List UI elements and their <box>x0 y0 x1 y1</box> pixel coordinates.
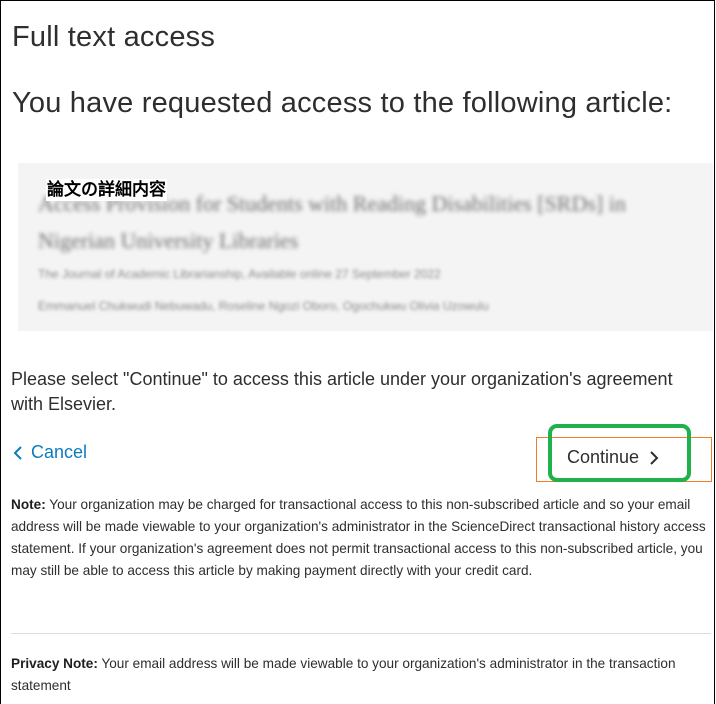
cancel-label: Cancel <box>31 442 88 462</box>
article-authors: Emmanuel Chukwudi Nebuwadu, Roseline Ngo… <box>38 299 489 313</box>
privacy-text: Your email address will be made viewable… <box>11 656 676 693</box>
continue-button[interactable]: Continue <box>567 447 660 468</box>
continue-label: Continue <box>567 447 640 467</box>
access-panel: Full text access You have requested acce… <box>0 0 715 704</box>
privacy-note: Privacy Note: Your email address will be… <box>11 653 711 697</box>
page-subtitle: You have requested access to the followi… <box>12 87 673 119</box>
cancel-link[interactable]: Cancel <box>12 442 87 463</box>
page-title: Full text access <box>12 21 216 53</box>
chevron-right-icon <box>650 450 659 465</box>
privacy-label: Privacy Note: <box>11 656 98 671</box>
chevron-left-icon <box>13 445 22 460</box>
article-journal: The Journal of Academic Librarianship, A… <box>38 267 441 281</box>
note-text: Your organization may be charged for tra… <box>11 497 706 578</box>
divider <box>11 633 711 634</box>
note-label: Note: <box>11 497 46 512</box>
transaction-note: Note: Your organization may be charged f… <box>11 494 711 582</box>
instruction-text: Please select "Continue" to access this … <box>11 369 673 414</box>
article-overlay-label: 論文の詳細内容 <box>46 179 167 201</box>
